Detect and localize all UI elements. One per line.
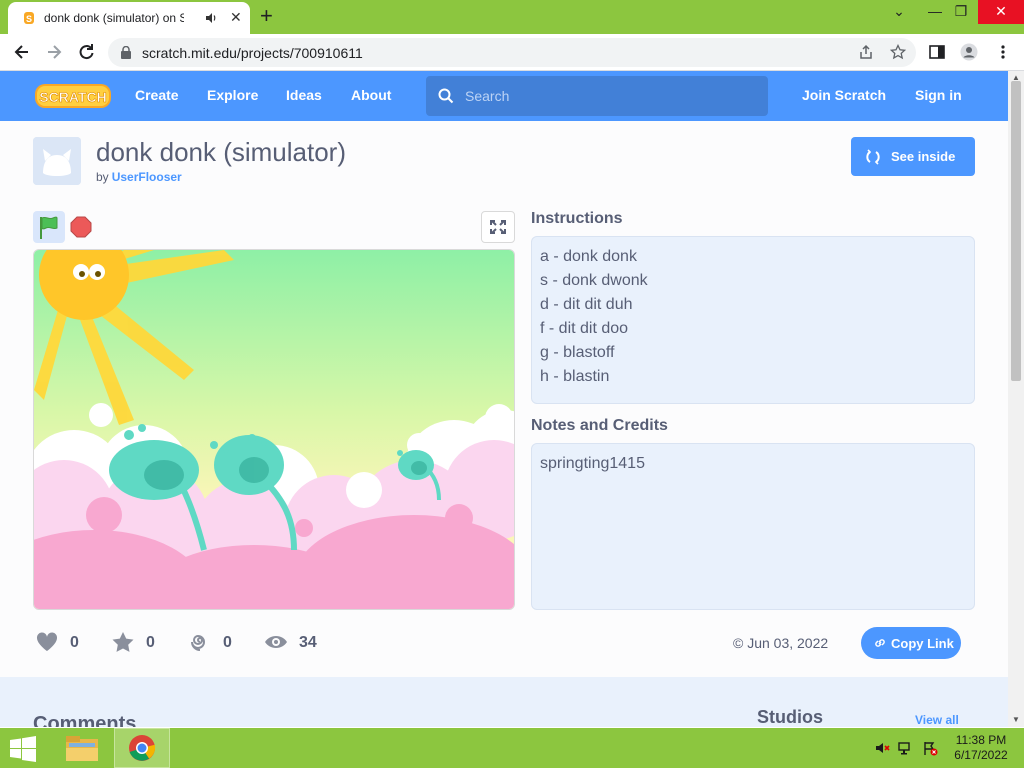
bookmark-star-icon[interactable] xyxy=(890,44,906,60)
clock-date: 6/17/2022 xyxy=(954,748,1008,762)
scroll-down-icon[interactable]: ▼ xyxy=(1012,715,1020,724)
author-link[interactable]: UserFlooser xyxy=(112,170,182,184)
views-count: 34 xyxy=(299,634,317,651)
remix-arrows-icon xyxy=(866,149,880,165)
back-arrow-icon[interactable] xyxy=(12,42,32,62)
instructions-box: a - donk donk s - donk dwonk d - dit dit… xyxy=(531,236,975,404)
studios-heading: Studios xyxy=(757,707,823,727)
remix-count: 0 xyxy=(223,634,232,651)
chrome-icon xyxy=(129,735,156,761)
notes-box: springting1415 xyxy=(531,443,975,610)
chrome-taskbar-button[interactable] xyxy=(114,728,170,768)
side-panel-icon[interactable] xyxy=(928,43,946,61)
scratch-logo[interactable]: SCRATCH xyxy=(34,82,112,110)
url-text[interactable]: scratch.mit.edu/projects/700910611 xyxy=(142,45,363,61)
nav-about[interactable]: About xyxy=(351,87,391,103)
instruction-line: g - blastoff xyxy=(540,344,615,361)
restore-button[interactable]: ❐ xyxy=(944,0,978,24)
instruction-line: d - dit dit duh xyxy=(540,296,633,313)
forward-arrow-icon[interactable] xyxy=(44,42,64,62)
page-scrollbar[interactable]: ▲ ▼ xyxy=(1008,71,1024,727)
instruction-line: s - donk dwonk xyxy=(540,272,648,289)
search-placeholder: Search xyxy=(465,88,510,104)
clock-time: 11:38 PM xyxy=(955,733,1007,747)
new-tab-button[interactable]: + xyxy=(260,5,273,27)
remix-spiral-icon xyxy=(191,634,205,651)
instruction-line: h - blastin xyxy=(540,368,610,385)
share-date: © Jun 03, 2022 xyxy=(733,635,829,651)
favorite-count: 0 xyxy=(146,634,155,651)
project-title: donk donk (simulator) xyxy=(96,137,346,167)
file-explorer-icon xyxy=(66,736,98,761)
comments-section: Comments Studios View all xyxy=(0,677,1008,727)
instruction-line: a - donk donk xyxy=(540,248,637,265)
tab-close-icon[interactable]: ✕ xyxy=(230,10,242,24)
browser-menu-icon[interactable] xyxy=(994,43,1012,61)
stage-artwork xyxy=(34,250,514,609)
reload-icon[interactable] xyxy=(76,42,96,62)
search-icon xyxy=(438,88,454,104)
default-avatar-icon xyxy=(33,137,81,185)
browser-tab[interactable]: S donk donk (simulator) on Scratch ✕ xyxy=(8,2,250,34)
views-stat: 34 xyxy=(264,631,334,653)
scratch-favicon-icon: S xyxy=(24,12,34,24)
profile-avatar-icon[interactable] xyxy=(960,43,978,61)
fullscreen-icon xyxy=(490,220,506,234)
windows-taskbar: 11:38 PM 6/17/2022 xyxy=(0,728,1024,768)
audio-playing-icon[interactable] xyxy=(204,11,218,25)
windows-start-icon[interactable] xyxy=(8,736,38,762)
share-icon[interactable] xyxy=(858,44,874,60)
scratch-navbar: SCRATCH Create Explore Ideas About Searc… xyxy=(0,71,1008,121)
browser-tab-strip: S donk donk (simulator) on Scratch ✕ + ⌄… xyxy=(0,0,1024,34)
love-stat[interactable]: 0 xyxy=(35,631,95,653)
green-flag-button[interactable] xyxy=(33,211,65,243)
volume-muted-icon[interactable] xyxy=(874,740,890,756)
copy-link-button[interactable]: Copy Link xyxy=(861,627,961,659)
see-inside-button[interactable]: See inside xyxy=(851,137,975,176)
join-scratch-link[interactable]: Join Scratch xyxy=(802,87,886,103)
link-icon xyxy=(875,639,885,647)
remix-stat: 0 xyxy=(188,631,248,653)
nav-ideas[interactable]: Ideas xyxy=(286,87,322,103)
star-icon xyxy=(112,632,134,652)
green-flag-icon xyxy=(40,216,58,239)
view-all-link[interactable]: View all xyxy=(915,713,959,727)
lock-icon[interactable] xyxy=(120,46,132,59)
nav-explore[interactable]: Explore xyxy=(207,87,258,103)
network-icon[interactable] xyxy=(898,740,914,756)
tab-search-icon[interactable]: ⌄ xyxy=(882,0,916,24)
address-bar[interactable]: scratch.mit.edu/projects/700910611 xyxy=(108,38,916,67)
sign-in-link[interactable]: Sign in xyxy=(915,87,962,103)
project-stage[interactable] xyxy=(33,249,515,610)
by-label: by xyxy=(96,170,109,184)
address-toolbar: scratch.mit.edu/projects/700910611 xyxy=(0,34,1024,71)
scroll-thumb[interactable] xyxy=(1011,81,1021,381)
nav-create[interactable]: Create xyxy=(135,87,179,103)
heart-icon xyxy=(36,632,58,651)
stop-sign-icon[interactable] xyxy=(70,216,92,238)
author-avatar[interactable] xyxy=(33,137,81,185)
eye-icon xyxy=(265,636,287,648)
copy-link-label: Copy Link xyxy=(891,636,954,651)
taskbar-clock[interactable]: 11:38 PM 6/17/2022 xyxy=(950,733,1012,763)
favorite-stat[interactable]: 0 xyxy=(111,631,171,653)
file-explorer-taskbar-button[interactable] xyxy=(56,728,112,768)
svg-text:SCRATCH: SCRATCH xyxy=(39,89,106,105)
close-window-button[interactable]: ✕ xyxy=(978,0,1024,24)
instructions-heading: Instructions xyxy=(531,210,623,227)
notes-heading: Notes and Credits xyxy=(531,417,668,434)
comments-heading: Comments xyxy=(33,713,137,727)
love-count: 0 xyxy=(70,634,79,651)
notes-text: springting1415 xyxy=(540,455,645,472)
project-page: donk donk (simulator) by UserFlooser See … xyxy=(0,121,1008,677)
see-inside-label: See inside xyxy=(891,149,956,164)
fullscreen-button[interactable] xyxy=(481,211,515,243)
search-input[interactable]: Search xyxy=(426,76,768,116)
svg-text:S: S xyxy=(26,14,32,24)
instruction-line: f - dit dit doo xyxy=(540,320,629,337)
web-page: SCRATCH Create Explore Ideas About Searc… xyxy=(0,71,1008,727)
action-center-flag-icon[interactable] xyxy=(922,740,938,756)
byline: by UserFlooser xyxy=(96,170,182,184)
tab-title: donk donk (simulator) on Scratch xyxy=(44,11,184,25)
